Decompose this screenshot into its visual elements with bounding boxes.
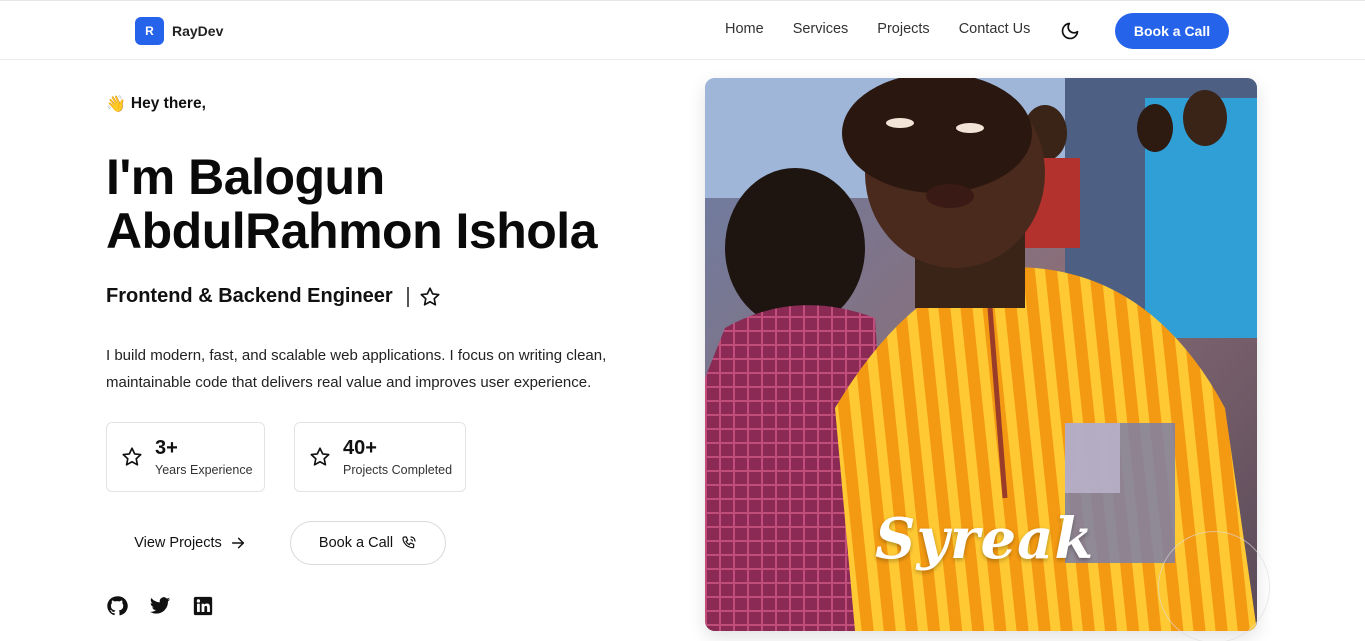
- brand-name[interactable]: RayDev: [172, 23, 223, 39]
- nav-link-projects[interactable]: Projects: [877, 21, 929, 37]
- book-call-button[interactable]: Book a Call: [290, 521, 446, 565]
- view-projects-button[interactable]: View Projects: [106, 521, 274, 565]
- star-icon: [310, 447, 330, 466]
- twitter-icon[interactable]: [149, 595, 171, 617]
- linkedin-icon[interactable]: [192, 595, 214, 617]
- view-projects-label: View Projects: [134, 535, 222, 551]
- role-text: Frontend & Backend Engineer: [106, 285, 393, 307]
- waving-hand-icon: 👋: [106, 96, 126, 113]
- github-icon[interactable]: [106, 595, 128, 617]
- stat-value: 40+: [343, 437, 377, 459]
- book-call-label: Book a Call: [318, 535, 394, 551]
- nav-link-home[interactable]: Home: [725, 21, 764, 37]
- greeting-text: Hey there,: [130, 95, 206, 112]
- social-links: [106, 595, 214, 617]
- typing-cursor: [406, 286, 409, 307]
- arrow-right-icon: [231, 537, 244, 549]
- moon-icon[interactable]: [1060, 21, 1080, 41]
- nav-link-contact[interactable]: Contact Us: [959, 21, 1031, 37]
- hero-title-line1: I'm Balogun: [106, 149, 385, 205]
- book-call-nav-button[interactable]: Book a Call: [1115, 13, 1229, 49]
- role-row: Frontend & Backend Engineer: [106, 285, 441, 308]
- phone-call-icon: [402, 536, 416, 549]
- hero-title: I'm Balogun AbdulRahmon Ishola: [106, 150, 666, 258]
- stat-label: Projects Completed: [343, 463, 453, 477]
- brand[interactable]: R RayDev: [135, 17, 223, 45]
- greeting: 👋 Hey there,: [106, 94, 206, 114]
- star-icon: [420, 286, 440, 306]
- stat-label: Years Experience: [155, 463, 253, 477]
- decorative-circle: [1158, 531, 1270, 641]
- nav-links: Home Services Projects Contact Us: [725, 21, 1030, 37]
- nav-link-services[interactable]: Services: [793, 21, 849, 37]
- star-icon: [122, 447, 142, 466]
- stat-card-projects: 40+ Projects Completed: [294, 422, 466, 492]
- hero-title-line2: AbdulRahmon Ishola: [106, 203, 598, 259]
- stat-value: 3+: [155, 437, 178, 459]
- hero-description: I build modern, fast, and scalable web a…: [106, 347, 607, 391]
- stat-card-experience: 3+ Years Experience: [106, 422, 265, 492]
- photo-watermark: Syreak: [875, 506, 1095, 572]
- navbar: R RayDev Home Services Projects Contact …: [0, 0, 1365, 60]
- brand-logo[interactable]: R: [135, 17, 164, 45]
